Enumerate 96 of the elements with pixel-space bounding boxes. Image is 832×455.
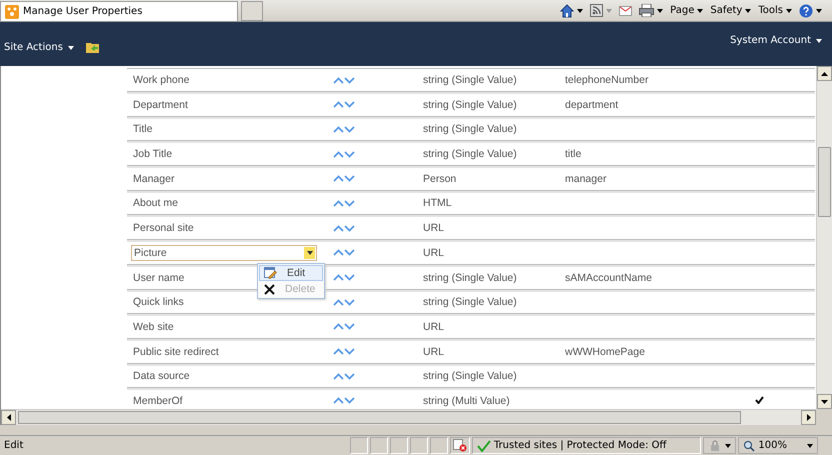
folder-icon[interactable]	[86, 41, 100, 53]
property-type: URL	[423, 320, 446, 333]
site-actions-menu[interactable]: Site Actions	[4, 42, 74, 53]
reorder-arrows-icon[interactable]	[333, 224, 355, 232]
mail-icon[interactable]	[619, 6, 632, 16]
print-icon[interactable]	[639, 4, 654, 17]
property-mapping: department	[565, 98, 620, 111]
vertical-scrollbar[interactable]	[816, 66, 832, 409]
reorder-arrows-icon[interactable]	[333, 150, 355, 158]
property-type: string (Single Value)	[423, 98, 518, 111]
reorder-arrows-icon[interactable]	[333, 274, 355, 281]
property-name: User name	[133, 272, 184, 284]
property-type: string (Single Value)	[423, 370, 518, 382]
property-name: Quick links	[133, 296, 184, 308]
property-name: Title	[133, 123, 152, 136]
property-type: string (Single Value)	[423, 296, 518, 308]
property-mapping: sAMAccountName	[565, 272, 653, 284]
home-icon[interactable]	[560, 4, 574, 18]
property-type: string (Single Value)	[423, 123, 518, 136]
scrollbar-thumb[interactable]	[818, 147, 831, 217]
reorder-arrows-icon[interactable]	[333, 76, 355, 84]
zoom-button[interactable]: 100%	[738, 437, 818, 454]
help-icon[interactable]	[799, 4, 813, 18]
property-type: URL	[423, 246, 446, 259]
scroll-right-icon[interactable]	[806, 414, 810, 421]
property-mapping: wWWHomePage	[565, 346, 646, 358]
property-name: Data source	[133, 370, 190, 382]
edit-icon	[264, 267, 277, 279]
property-name: Work phone	[133, 74, 190, 86]
property-name: About me	[133, 197, 178, 210]
blocked-icon[interactable]	[452, 439, 467, 452]
browser-tab[interactable]: Manage User Properties	[0, 1, 238, 21]
caret-icon	[68, 46, 74, 50]
status-text: Edit	[3, 439, 24, 453]
scroll-left-icon[interactable]	[6, 414, 10, 421]
site-icon	[5, 4, 19, 18]
property-mapping: telephoneNumber	[565, 74, 650, 86]
caret-icon	[807, 444, 813, 448]
status-pane	[350, 437, 368, 454]
reorder-arrows-icon[interactable]	[333, 101, 355, 108]
property-type: string (Single Value)	[423, 148, 518, 160]
caret-icon	[306, 250, 312, 255]
new-tab-button[interactable]	[241, 1, 263, 21]
status-pane	[430, 437, 448, 454]
property-type: string (Multi Value)	[423, 394, 511, 407]
property-dropdown[interactable]: Picture	[131, 244, 317, 261]
command-button[interactable]: Page	[670, 5, 704, 16]
menu-item[interactable]: Edit	[259, 265, 323, 281]
status-pane	[390, 437, 408, 454]
property-name: Personal site	[133, 222, 194, 234]
reorder-arrows-icon[interactable]	[333, 298, 355, 306]
property-mapping: title	[565, 148, 582, 160]
reorder-arrows-icon[interactable]	[333, 175, 355, 182]
property-type: Person	[423, 172, 458, 185]
caret-icon[interactable]	[657, 8, 664, 12]
scrollbar-thumb[interactable]	[18, 411, 741, 424]
reorder-arrows-icon[interactable]	[333, 348, 355, 356]
privacy-button[interactable]	[703, 437, 736, 454]
command-button[interactable]: Safety	[710, 5, 752, 16]
magnifier-icon	[743, 440, 756, 452]
caret-icon	[745, 8, 752, 12]
reorder-arrows-icon[interactable]	[333, 126, 355, 133]
status-pane	[370, 437, 388, 454]
reorder-arrows-icon[interactable]	[333, 372, 355, 380]
scroll-down-icon[interactable]	[821, 400, 828, 404]
property-name: Department	[133, 98, 188, 111]
property-mapping: manager	[565, 172, 608, 185]
property-name: MemberOf	[133, 394, 183, 407]
caret-icon	[786, 8, 792, 12]
caret-icon	[697, 8, 704, 12]
horizontal-scrollbar[interactable]	[1, 409, 816, 425]
scroll-up-icon[interactable]	[821, 72, 828, 76]
reorder-arrows-icon[interactable]	[333, 323, 355, 330]
feed-icon[interactable]	[590, 4, 604, 17]
property-name: Web site	[133, 320, 174, 333]
property-type: HTML	[423, 197, 453, 210]
caret-icon	[725, 444, 732, 448]
property-type: URL	[423, 346, 446, 358]
property-type: string (Single Value)	[423, 74, 518, 86]
reorder-arrows-icon[interactable]	[333, 249, 355, 256]
user-menu[interactable]: System Account	[730, 35, 822, 46]
delete-icon	[264, 284, 275, 294]
status-pane	[410, 437, 428, 454]
caret-icon	[816, 38, 822, 42]
caret-icon[interactable]	[816, 8, 822, 12]
property-type: URL	[423, 222, 446, 234]
property-type: string (Single Value)	[423, 272, 518, 284]
tab-title: Manage User Properties	[23, 6, 142, 17]
caret-icon[interactable]	[577, 8, 584, 12]
property-name: Job Title	[133, 148, 172, 160]
reorder-arrows-icon[interactable]	[333, 200, 355, 207]
checkmark-icon	[476, 440, 491, 452]
command-button[interactable]: Tools	[758, 5, 792, 16]
property-name: Manager	[133, 172, 174, 185]
property-name: Public site redirect	[133, 346, 219, 358]
reorder-arrows-icon[interactable]	[333, 397, 355, 404]
